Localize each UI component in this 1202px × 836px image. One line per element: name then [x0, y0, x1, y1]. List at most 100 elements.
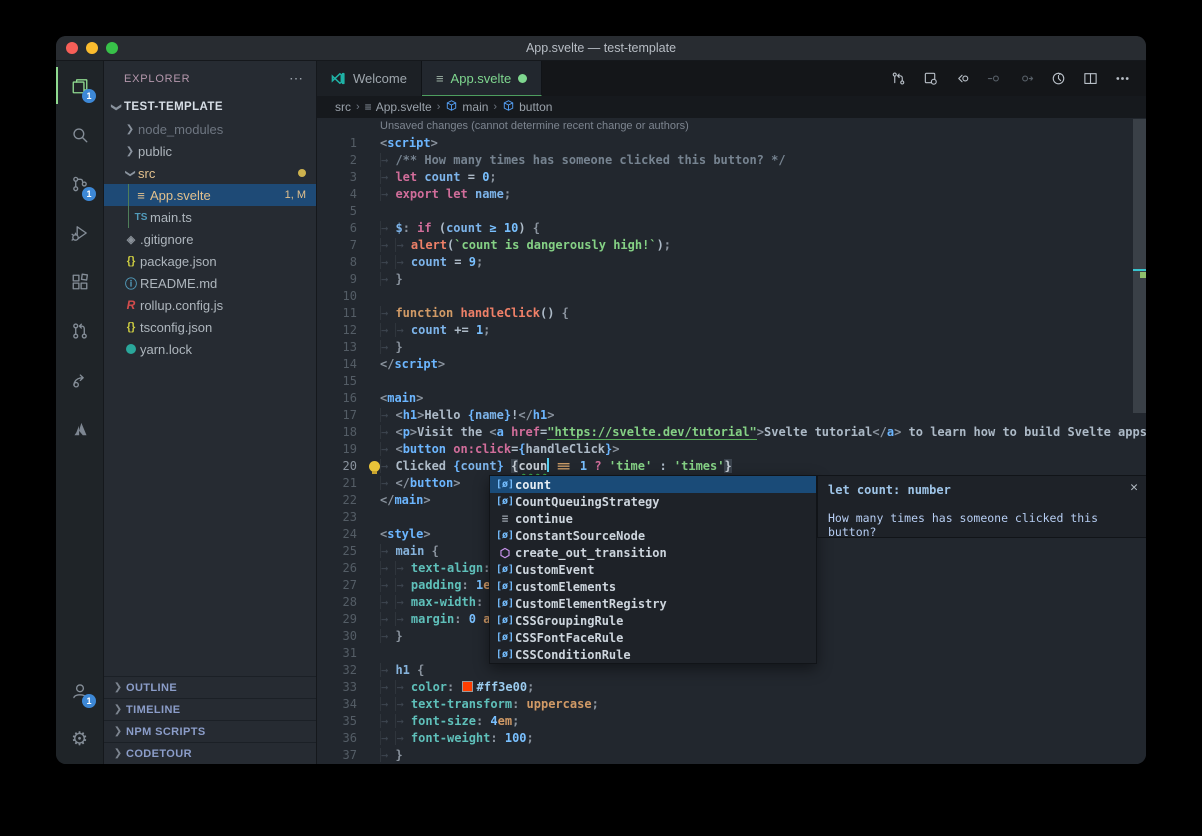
token — [462, 612, 469, 626]
github-pr-icon[interactable] — [56, 306, 103, 355]
token: to learn how to build Svelte apps. — [901, 425, 1146, 439]
suggest-item-countqueuingstrategy[interactable]: [ø]CountQueuingStrategy — [490, 493, 816, 510]
token: : — [454, 612, 461, 626]
token: ; — [489, 170, 496, 184]
code-line[interactable]: 15 — [317, 373, 1146, 390]
token: () — [540, 306, 562, 320]
tree-item-yarn-lock[interactable]: yarn.lock — [104, 338, 316, 360]
code-line[interactable]: 13→ } — [317, 339, 1146, 356]
suggest-item-customelementregistry[interactable]: [ø]CustomElementRegistry — [490, 595, 816, 612]
prev-change-icon[interactable] — [987, 71, 1002, 86]
tree-item-src[interactable]: ❯src — [104, 162, 316, 184]
suggest-item-continue[interactable]: ≡continue — [490, 510, 816, 527]
sidebar-header: EXPLORER ⋯ — [104, 61, 316, 96]
tab-welcome[interactable]: Welcome — [317, 61, 422, 96]
code-line[interactable]: 36→ → font-weight: 100; — [317, 730, 1146, 747]
code-line[interactable]: 16<main> — [317, 390, 1146, 407]
suggest-item-label: CountQueuingStrategy — [515, 495, 660, 509]
editor-scrollbar[interactable] — [1133, 118, 1146, 764]
tree-item-public[interactable]: ❯public — [104, 140, 316, 162]
sidebar-more-icon[interactable]: ⋯ — [289, 70, 304, 87]
token: } — [497, 459, 504, 473]
code-line[interactable]: 19→ <button on:click={handleClick}> — [317, 441, 1146, 458]
code-line[interactable]: 4→ export let name; — [317, 186, 1146, 203]
code-line[interactable]: 6→ $: if (count ≥ 10) { — [317, 220, 1146, 237]
code-line[interactable]: 37→ } — [317, 747, 1146, 764]
code-line[interactable]: 7→ → alert(`count is dangerously high!`)… — [317, 237, 1146, 254]
suggest-item-cssgroupingrule[interactable]: [ø]CSSGroupingRule — [490, 612, 816, 629]
tree-item-package-json[interactable]: {}package.json — [104, 250, 316, 272]
code-line[interactable]: 34→ → text-transform: uppercase; — [317, 696, 1146, 713]
split-editor-icon[interactable] — [1083, 71, 1098, 86]
tree-item-rollup-config-js[interactable]: Rrollup.config.js — [104, 294, 316, 316]
lightbulb-icon[interactable] — [369, 461, 380, 472]
code-line[interactable]: 5 — [317, 203, 1146, 220]
code-line[interactable]: 10 — [317, 288, 1146, 305]
token: 4 — [490, 714, 497, 728]
suggest-item-customelements[interactable]: [ø]customElements — [490, 578, 816, 595]
code-editor[interactable]: Unsaved changes (cannot determine recent… — [317, 118, 1146, 764]
suggest-item-create_out_transition[interactable]: ⬡create_out_transition — [490, 544, 816, 561]
code-line[interactable]: 1<script> — [317, 135, 1146, 152]
code-line[interactable]: 32→ h1 { — [317, 662, 1146, 679]
tree-item-label: .gitignore — [140, 232, 193, 247]
chevron-down-icon: ❯ — [125, 165, 136, 181]
suggest-item-cssfontfacerule[interactable]: [ø]CSSFontFaceRule — [490, 629, 816, 646]
token: font-size — [411, 714, 476, 728]
tree-item-tsconfig-json[interactable]: {}tsconfig.json — [104, 316, 316, 338]
code-line[interactable]: 3→ let count = 0; — [317, 169, 1146, 186]
code-line[interactable]: 8→ → count = 9; — [317, 254, 1146, 271]
tree-item-app-svelte[interactable]: ≡App.svelte1, M — [104, 184, 316, 206]
breadcrumb-item-app-svelte[interactable]: ≡App.svelte — [365, 100, 432, 114]
tab-app-svelte[interactable]: ≡App.svelte — [422, 61, 542, 96]
more-actions-icon[interactable] — [1115, 71, 1130, 86]
section-timeline[interactable]: ❯TIMELINE — [104, 698, 316, 720]
code-line[interactable]: 33→ → color: #ff3e00; — [317, 679, 1146, 696]
code-line[interactable]: 20→ Clicked {count} {coun ≡ 1 ? 'time' :… — [317, 458, 1146, 475]
breadcrumb-item-main[interactable]: main — [445, 99, 488, 115]
azure-icon[interactable] — [56, 404, 103, 453]
file-history-icon[interactable] — [1051, 71, 1066, 86]
suggest-item-cssconditionrule[interactable]: [ø]CSSConditionRule — [490, 646, 816, 663]
code-line[interactable]: 35→ → font-size: 4em; — [317, 713, 1146, 730]
section-codetour[interactable]: ❯CODETOUR — [104, 742, 316, 764]
modified-dot — [518, 74, 527, 83]
section-npm-scripts[interactable]: ❯NPM SCRIPTS — [104, 720, 316, 742]
symbol-variable-icon: [ø] — [495, 649, 515, 660]
token: → — [380, 272, 395, 286]
extensions-icon[interactable] — [56, 257, 103, 306]
breadcrumb-item-button[interactable]: button — [502, 99, 552, 115]
live-share-icon[interactable] — [56, 355, 103, 404]
scrollbar-slider[interactable] — [1133, 119, 1146, 413]
close-icon[interactable]: ✕ — [1130, 480, 1138, 495]
code-line[interactable]: 2→ /** How many times has someone clicke… — [317, 152, 1146, 169]
source-control-icon[interactable]: 1 — [56, 159, 103, 208]
suggest-item-count[interactable]: [ø]count — [490, 476, 816, 493]
breadcrumb-item-src[interactable]: src — [335, 100, 351, 114]
code-line[interactable]: 17→ <h1>Hello {name}!</h1> — [317, 407, 1146, 424]
tree-item--gitignore[interactable]: ◈.gitignore — [104, 228, 316, 250]
tree-item-node-modules[interactable]: ❯node_modules — [104, 118, 316, 140]
code-line[interactable]: 14</script> — [317, 356, 1146, 373]
suggest-item-constantsourcenode[interactable]: [ø]ConstantSourceNode — [490, 527, 816, 544]
git-compare-icon[interactable] — [891, 71, 906, 86]
section-outline[interactable]: ❯OUTLINE — [104, 676, 316, 698]
next-change-icon[interactable] — [1019, 71, 1034, 86]
open-changes-icon[interactable] — [923, 71, 938, 86]
tree-item-main-ts[interactable]: TSmain.ts — [104, 206, 316, 228]
run-debug-icon[interactable] — [56, 208, 103, 257]
tree-item-readme-md[interactable]: ⓘREADME.md — [104, 272, 316, 294]
project-root-row[interactable]: ❯TEST-TEMPLATE — [104, 96, 316, 118]
editor-actions — [891, 61, 1146, 96]
prev-change-arrow-icon[interactable] — [955, 71, 970, 86]
code-line[interactable]: 18→ <p>Visit the <a href="https://svelte… — [317, 424, 1146, 441]
search-icon[interactable] — [56, 110, 103, 159]
code-line[interactable]: 11→ function handleClick() { — [317, 305, 1146, 322]
code-line[interactable]: 9→ } — [317, 271, 1146, 288]
explorer-icon[interactable]: 1 — [56, 61, 103, 110]
suggest-item-customevent[interactable]: [ø]CustomEvent — [490, 561, 816, 578]
accounts-icon[interactable]: 1 — [56, 666, 103, 715]
token: count — [460, 459, 496, 473]
settings-icon[interactable]: ⚙ — [56, 715, 103, 764]
code-line[interactable]: 12→ → count += 1; — [317, 322, 1146, 339]
